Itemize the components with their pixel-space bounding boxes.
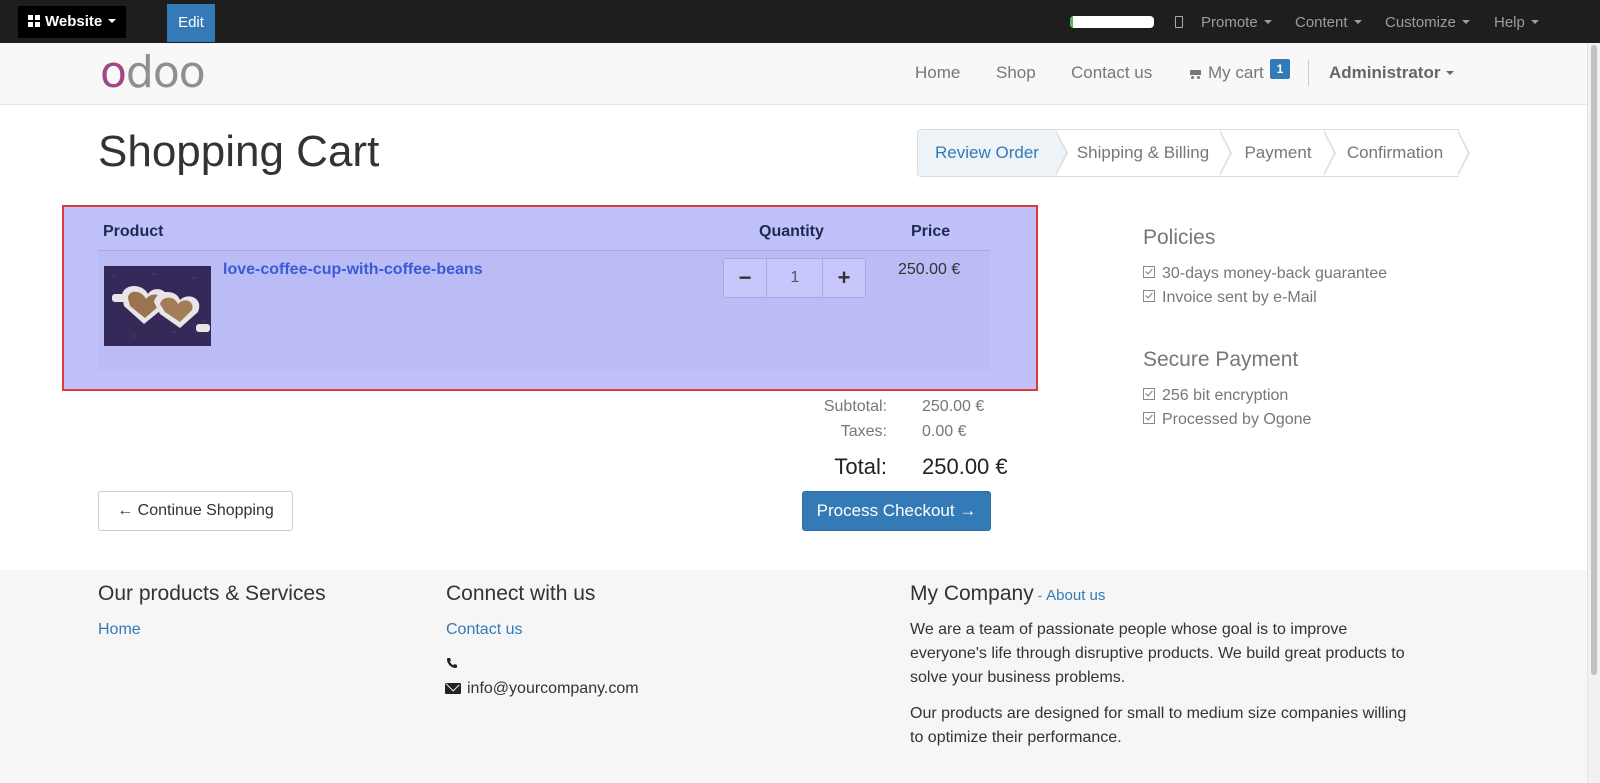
apps-grid-icon: [28, 15, 40, 27]
footer-contact-link[interactable]: Contact us: [446, 621, 522, 639]
quantity-stepper: − +: [723, 258, 866, 298]
footer-products-heading: Our products & Services: [98, 582, 326, 605]
phone-icon: [447, 658, 457, 668]
secure-item: 256 bit encryption: [1143, 387, 1288, 405]
caret-down-icon: [1263, 20, 1272, 24]
cart-count-badge: 1: [1270, 59, 1290, 79]
website-menu-button[interactable]: Website: [18, 6, 127, 38]
envelope-icon: [445, 683, 461, 694]
user-name: Administrator: [1329, 63, 1441, 82]
wizard-step-shipping-billing[interactable]: Shipping & Billing: [1068, 130, 1218, 176]
menu-customize-label: Customize: [1385, 14, 1456, 31]
column-header-product: Product: [103, 223, 164, 240]
secure-item: Processed by Ogone: [1143, 411, 1311, 429]
nav-my-cart[interactable]: My cart: [1188, 63, 1264, 83]
menu-content-label: Content: [1295, 14, 1348, 31]
caret-down-icon: [1461, 20, 1470, 24]
continue-shopping-button[interactable]: ← Continue Shopping: [98, 491, 293, 531]
wizard-step-review-order[interactable]: Review Order: [918, 130, 1056, 176]
wizard-end: [1457, 131, 1468, 175]
menu-promote-label: Promote: [1201, 14, 1258, 31]
footer-email[interactable]: info@yourcompany.com: [467, 677, 639, 701]
checkbox-icon: [1143, 266, 1155, 278]
progress-bar: [1070, 16, 1154, 28]
policy-item: 30-days money-back guarantee: [1143, 265, 1387, 283]
caret-down-icon: [108, 19, 117, 23]
column-header-quantity: Quantity: [759, 223, 824, 240]
about-us-link[interactable]: About us: [1046, 587, 1105, 604]
menu-promote[interactable]: Promote: [1201, 0, 1272, 43]
footer-connect-heading: Connect with us: [446, 582, 596, 605]
secure-text: 256 bit encryption: [1162, 387, 1289, 404]
logo-rest: doo: [125, 47, 206, 98]
increase-quantity-button[interactable]: +: [822, 259, 865, 297]
shopping-cart-icon: [1188, 68, 1202, 79]
caret-down-icon: [1353, 20, 1362, 24]
decrease-quantity-button[interactable]: −: [724, 259, 767, 297]
taxes-label: Taxes:: [840, 423, 887, 440]
paragraph-line: to optimize their performance.: [910, 729, 1122, 746]
nav-divider: [1308, 60, 1309, 86]
page-title: Shopping Cart: [98, 127, 380, 176]
coffee-cup-image[interactable]: [104, 266, 211, 346]
policy-text: 30-days money-back guarantee: [1162, 265, 1388, 282]
product-price: 250.00 €: [898, 261, 961, 278]
edit-button[interactable]: Edit: [167, 4, 215, 42]
nav-shop[interactable]: Shop: [996, 63, 1036, 83]
total-value: 250.00 €: [922, 454, 1008, 479]
paragraph-line: We are a team of passionate people whose…: [910, 621, 1348, 638]
policy-text: Invoice sent by e-Mail: [1162, 289, 1317, 306]
wizard-separator: [1219, 131, 1230, 175]
paragraph-line: everyone's life through disruptive produ…: [910, 645, 1405, 662]
menu-help-label: Help: [1494, 14, 1525, 31]
wizard-separator: [1055, 131, 1066, 175]
taxes-value: 0.00 €: [922, 423, 967, 440]
product-link[interactable]: love-coffee-cup-with-coffee-beans: [223, 261, 483, 279]
menu-help[interactable]: Help: [1494, 0, 1539, 43]
footer-home-link[interactable]: Home: [98, 621, 141, 639]
secure-payment-heading: Secure Payment: [1143, 348, 1299, 371]
footer-about-paragraph-2: Our products are designed for small to m…: [910, 702, 1406, 750]
menu-content[interactable]: Content: [1295, 0, 1362, 43]
paragraph-line: Our products are designed for small to m…: [910, 705, 1407, 722]
subtotal-value: 250.00 €: [922, 398, 985, 415]
heading-separator: -: [1033, 587, 1047, 603]
site-logo[interactable]: odoo: [100, 51, 206, 95]
progress-fill: [1070, 16, 1074, 28]
checkout-wizard: Review Order Shipping & Billing Payment …: [917, 129, 1470, 177]
page-scrollbar[interactable]: [1587, 43, 1600, 783]
nav-my-cart-label: My cart: [1208, 63, 1264, 82]
subtotal-label: Subtotal:: [823, 398, 887, 415]
wizard-separator: [1323, 131, 1334, 175]
nav-home[interactable]: Home: [915, 63, 960, 83]
company-name: My Company: [910, 582, 1034, 605]
logo-letter: o: [100, 47, 127, 98]
caret-down-icon: [1530, 20, 1539, 24]
menu-customize[interactable]: Customize: [1385, 0, 1470, 43]
paragraph-line: solve your business problems.: [910, 669, 1126, 686]
secure-text: Processed by Ogone: [1162, 411, 1312, 428]
checkbox-icon: [1143, 388, 1155, 400]
policy-item: Invoice sent by e-Mail: [1143, 289, 1317, 307]
column-header-price: Price: [911, 223, 951, 240]
caret-down-icon: [1446, 71, 1455, 75]
wizard-step-payment[interactable]: Payment: [1232, 130, 1324, 176]
policies-heading: Policies: [1143, 226, 1216, 249]
wizard-step-confirmation[interactable]: Confirmation: [1336, 130, 1454, 176]
footer-about-paragraph-1: We are a team of passionate people whose…: [910, 618, 1405, 690]
scrollbar-thumb[interactable]: [1591, 45, 1597, 675]
website-menu-label: Website: [45, 13, 103, 30]
total-label: Total:: [834, 454, 887, 479]
footer-company-heading: My Company - About us: [910, 582, 1105, 606]
admin-bar: Website Edit Promote Content Customize H…: [0, 0, 1600, 43]
coffee-cup-image-svg: [104, 266, 211, 346]
checkbox-icon: [1143, 412, 1155, 424]
checkbox-icon: [1143, 290, 1155, 302]
mobile-preview-icon[interactable]: [1175, 16, 1183, 28]
nav-contact-us[interactable]: Contact us: [1071, 63, 1152, 83]
user-menu[interactable]: Administrator: [1329, 63, 1455, 83]
quantity-input[interactable]: [767, 259, 823, 297]
process-checkout-button[interactable]: Process Checkout →: [802, 491, 991, 531]
